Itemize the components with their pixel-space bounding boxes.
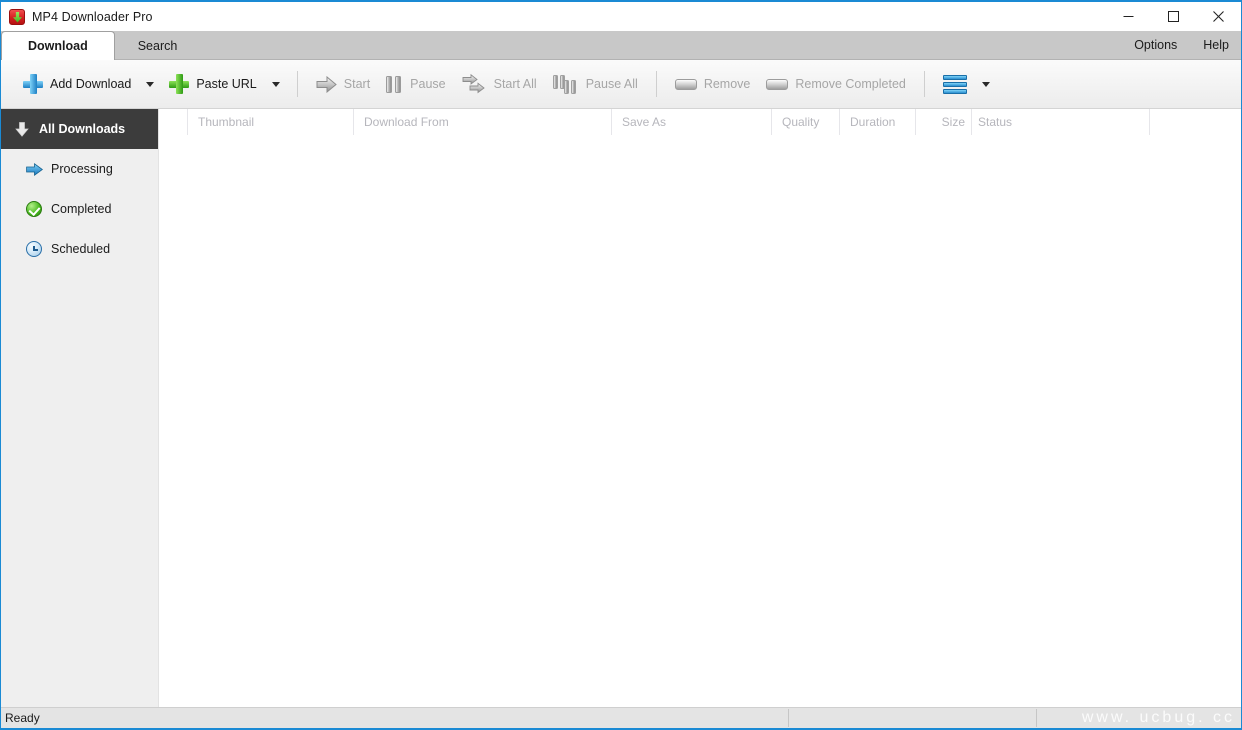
toolbar-separator-2 (655, 71, 657, 97)
paste-url-dropdown-icon[interactable] (265, 67, 287, 101)
column-header-save-as-label: Save As (622, 114, 667, 129)
clock-icon (23, 241, 45, 257)
tab-search-label: Search (137, 38, 178, 53)
site-watermark: www. ucbug. cc (1081, 709, 1235, 726)
main-toolbar: Add Download Paste URL Start Pause Start… (1, 60, 1241, 109)
arrow-right-icon (316, 75, 337, 93)
status-divider-2 (1036, 709, 1037, 727)
remove-label: Remove (703, 77, 751, 91)
sidebar-item-all-downloads-label: All Downloads (39, 122, 126, 136)
start-button[interactable]: Start (308, 67, 378, 101)
column-header-save-as[interactable]: Save As (611, 108, 771, 135)
tab-search[interactable]: Search (115, 31, 201, 59)
minimize-icon[interactable] (1106, 2, 1151, 31)
remove-completed-label: Remove Completed (795, 77, 906, 91)
menu-options[interactable]: Options (1134, 38, 1177, 52)
sidebar-item-processing-label: Processing (51, 162, 113, 176)
column-header-quality-label: Quality (782, 114, 820, 129)
add-download-button[interactable]: Add Download (15, 67, 139, 101)
column-header-duration[interactable]: Duration (839, 108, 915, 135)
green-check-icon (23, 201, 45, 217)
downloads-panel: Thumbnail Download From Save As Quality … (159, 108, 1241, 707)
view-mode-dropdown-icon[interactable] (975, 67, 997, 101)
column-header-thumbnail-label: Thumbnail (198, 114, 255, 129)
column-header-status[interactable]: Status (971, 108, 1149, 135)
column-header-spacer (159, 109, 187, 135)
column-header-size[interactable]: Size (915, 108, 971, 135)
column-header-download-from[interactable]: Download From (353, 108, 611, 135)
sidebar-item-processing[interactable]: Processing (1, 149, 158, 189)
double-pause-icon (552, 74, 579, 94)
column-header-size-label: Size (941, 114, 965, 129)
application-window: MP4 Downloader Pro Download Search Optio… (0, 0, 1242, 730)
add-download-label: Add Download (50, 77, 132, 91)
title-bar: MP4 Downloader Pro (1, 2, 1241, 31)
pause-all-label: Pause All (585, 77, 638, 91)
status-divider-1 (788, 709, 789, 727)
menu-help[interactable]: Help (1203, 38, 1229, 52)
downloads-list-empty[interactable] (159, 135, 1241, 707)
close-icon[interactable] (1196, 2, 1241, 31)
column-header-quality[interactable]: Quality (771, 108, 839, 135)
downloads-table-header: Thumbnail Download From Save As Quality … (159, 108, 1241, 135)
list-view-icon (942, 74, 967, 94)
start-all-label: Start All (493, 77, 537, 91)
download-app-icon (9, 8, 25, 25)
maximize-icon[interactable] (1151, 2, 1196, 31)
column-header-end[interactable] (1149, 108, 1229, 135)
window-controls (1106, 2, 1241, 31)
remove-completed-button[interactable]: Remove Completed (758, 67, 913, 101)
sidebar-item-completed-label: Completed (51, 202, 112, 216)
blue-arrow-right-icon (23, 162, 45, 176)
status-bar: Ready www. ucbug. cc (1, 707, 1241, 728)
toolbar-separator-3 (923, 71, 925, 97)
pause-all-button[interactable]: Pause All (545, 67, 646, 101)
download-arrow-icon (11, 121, 33, 137)
paste-url-button[interactable]: Paste URL (161, 67, 264, 101)
sidebar-item-completed[interactable]: Completed (1, 189, 158, 229)
start-all-button[interactable]: Start All (454, 67, 545, 101)
paste-url-label: Paste URL (196, 77, 257, 91)
blue-plus-icon (23, 74, 43, 94)
main-body: All Downloads Processing Completed Sched… (1, 108, 1241, 707)
tab-download-label: Download (28, 39, 88, 53)
sidebar: All Downloads Processing Completed Sched… (1, 109, 159, 707)
add-download-dropdown-icon[interactable] (139, 67, 161, 101)
sidebar-item-all-downloads[interactable]: All Downloads (1, 109, 158, 149)
status-message: Ready (5, 711, 40, 725)
column-header-thumbnail[interactable]: Thumbnail (187, 108, 353, 135)
pause-icon (386, 75, 403, 93)
main-tab-bar: Download Search Options Help (1, 31, 1241, 60)
remove-button[interactable]: Remove (667, 67, 759, 101)
toolbar-separator-1 (296, 71, 298, 97)
remove-completed-icon (766, 78, 789, 90)
pause-button[interactable]: Pause (378, 67, 453, 101)
column-header-duration-label: Duration (850, 114, 896, 129)
tab-download[interactable]: Download (1, 31, 115, 60)
sidebar-item-scheduled[interactable]: Scheduled (1, 229, 158, 269)
double-arrow-right-icon (462, 74, 485, 94)
pause-label: Pause (410, 77, 446, 91)
window-title: MP4 Downloader Pro (32, 9, 153, 24)
column-header-download-from-label: Download From (364, 114, 449, 129)
tab-bar-menu: Options Help (1134, 31, 1229, 59)
sidebar-item-scheduled-label: Scheduled (51, 242, 111, 256)
green-plus-icon (169, 74, 190, 94)
start-label: Start (343, 77, 371, 91)
column-header-status-label: Status (978, 114, 1013, 129)
remove-icon (674, 78, 697, 90)
view-mode-button[interactable] (935, 67, 975, 101)
